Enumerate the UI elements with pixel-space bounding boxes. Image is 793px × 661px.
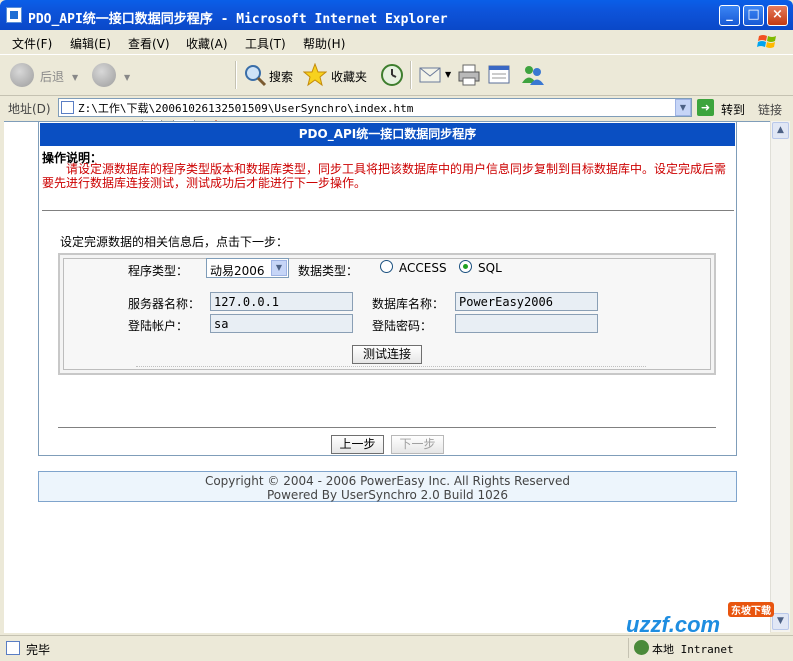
divider-bottom: [58, 427, 716, 428]
sql-radio[interactable]: [459, 260, 472, 273]
favorites-button[interactable]: 收藏夹: [303, 63, 369, 87]
program-type-select[interactable]: 动易2006 ▼: [206, 258, 289, 278]
toolbar: 后退 ▼ ▼ ✕ ↻ 搜索 收藏夹 ▼: [0, 55, 793, 140]
sql-label: SQL: [478, 261, 502, 275]
go-label: 转到: [721, 103, 746, 117]
close-button[interactable]: ×: [767, 5, 788, 26]
title-bar: PDO_API统一接口数据同步程序 - Microsoft Internet E…: [0, 0, 793, 30]
step-hint: 设定完源数据的相关信息后，点击下一步：: [60, 235, 289, 249]
server-label: 服务器名称：: [128, 297, 201, 311]
print-icon[interactable]: [456, 63, 482, 87]
prev-button[interactable]: 上一步: [331, 435, 384, 454]
menu-favorites[interactable]: 收藏(A): [186, 35, 228, 52]
user-label: 登陆帐户：: [128, 319, 189, 333]
menu-help[interactable]: 帮助(H): [303, 35, 345, 52]
divider: [42, 210, 734, 211]
password-label: 登陆密码：: [372, 319, 433, 333]
windows-logo-icon: [757, 35, 776, 48]
dbname-label: 数据库名称：: [372, 297, 445, 311]
access-radio[interactable]: [380, 260, 393, 273]
mail-dropdown-icon[interactable]: ▼: [445, 70, 451, 79]
user-input[interactable]: sa: [210, 314, 353, 333]
form-dotted-divider: [136, 366, 646, 368]
address-url: Z:\工作\下载\20061026132501509\UserSynchro\i…: [78, 102, 414, 115]
star-icon: [303, 63, 327, 87]
window-title: PDO_API统一接口数据同步程序 - Microsoft Internet E…: [28, 12, 448, 27]
dbname-input[interactable]: PowerEasy2006: [455, 292, 598, 311]
scroll-up-icon[interactable]: ▲: [772, 122, 789, 139]
status-text: 完毕: [26, 643, 51, 657]
footer-copyright: Copyright © 2004 - 2006 PowerEasy Inc. A…: [204, 474, 571, 488]
search-button[interactable]: 搜索: [243, 63, 299, 87]
messenger-icon[interactable]: [520, 63, 546, 87]
address-label: 地址(D): [8, 102, 51, 116]
page-icon: [61, 101, 74, 114]
chevron-down-icon: ▼: [271, 260, 287, 276]
favorites-label: 收藏夹: [331, 70, 368, 84]
page-done-icon: [6, 641, 20, 655]
menu-tools[interactable]: 工具(T): [245, 35, 286, 52]
history-icon[interactable]: [380, 63, 404, 87]
menu-file[interactable]: 文件(F): [12, 35, 52, 52]
maximize-button[interactable]: □: [743, 5, 764, 26]
server-input[interactable]: 127.0.0.1: [210, 292, 353, 311]
db-type-label: 数据类型：: [298, 264, 359, 278]
zone-label: 本地 Intranet: [652, 643, 734, 656]
back-arrow-icon: [10, 63, 34, 87]
watermark-tag: 东坡下载: [728, 602, 774, 617]
next-button[interactable]: 下一步: [391, 435, 444, 454]
forward-dropdown-icon[interactable]: ▼: [124, 73, 130, 82]
ie-page-icon: [6, 7, 22, 23]
back-label: 后退: [40, 70, 65, 84]
mail-icon[interactable]: [418, 65, 444, 85]
program-type-value: 动易2006: [210, 264, 265, 278]
address-dropdown-icon[interactable]: ▼: [675, 99, 691, 116]
footer-powered: Powered By UserSynchro 2.0 Build 1026: [266, 488, 509, 502]
vertical-scrollbar[interactable]: ▲ ▼: [770, 121, 790, 632]
minimize-button[interactable]: _: [719, 5, 740, 26]
program-type-label: 程序类型：: [128, 264, 189, 278]
edit-icon[interactable]: [487, 63, 513, 87]
go-arrow-icon: ➜: [697, 99, 714, 116]
menu-bar: 文件(F) 编辑(E) 查看(V) 收藏(A) 工具(T) 帮助(H): [0, 30, 793, 55]
status-bar: 完毕 本地 Intranet: [0, 635, 793, 661]
menu-view[interactable]: 查看(V): [128, 35, 170, 52]
password-input[interactable]: [455, 314, 598, 333]
go-button[interactable]: ➜ 转到: [697, 98, 749, 117]
links-label[interactable]: 链接: [758, 101, 782, 118]
intranet-zone-icon: [634, 640, 649, 655]
footer: Copyright © 2004 - 2006 PowerEasy Inc. A…: [38, 471, 737, 502]
page-header: PDO_API统一接口数据同步程序: [40, 123, 735, 146]
test-connection-button[interactable]: 测试连接: [352, 345, 422, 364]
forward-arrow-icon: [92, 63, 116, 87]
access-label: ACCESS: [399, 261, 447, 275]
forward-button[interactable]: [92, 63, 118, 87]
back-button[interactable]: 后退: [10, 63, 70, 87]
instructions-text: 请设定源数据库的程序类型版本和数据库类型，同步工具将把该数据库中的用户信息同步复…: [42, 162, 727, 190]
menu-edit[interactable]: 编辑(E): [70, 35, 111, 52]
search-label: 搜索: [269, 70, 294, 84]
search-icon: [245, 65, 267, 87]
back-dropdown-icon[interactable]: ▼: [72, 73, 78, 82]
status-separator: [628, 638, 629, 658]
